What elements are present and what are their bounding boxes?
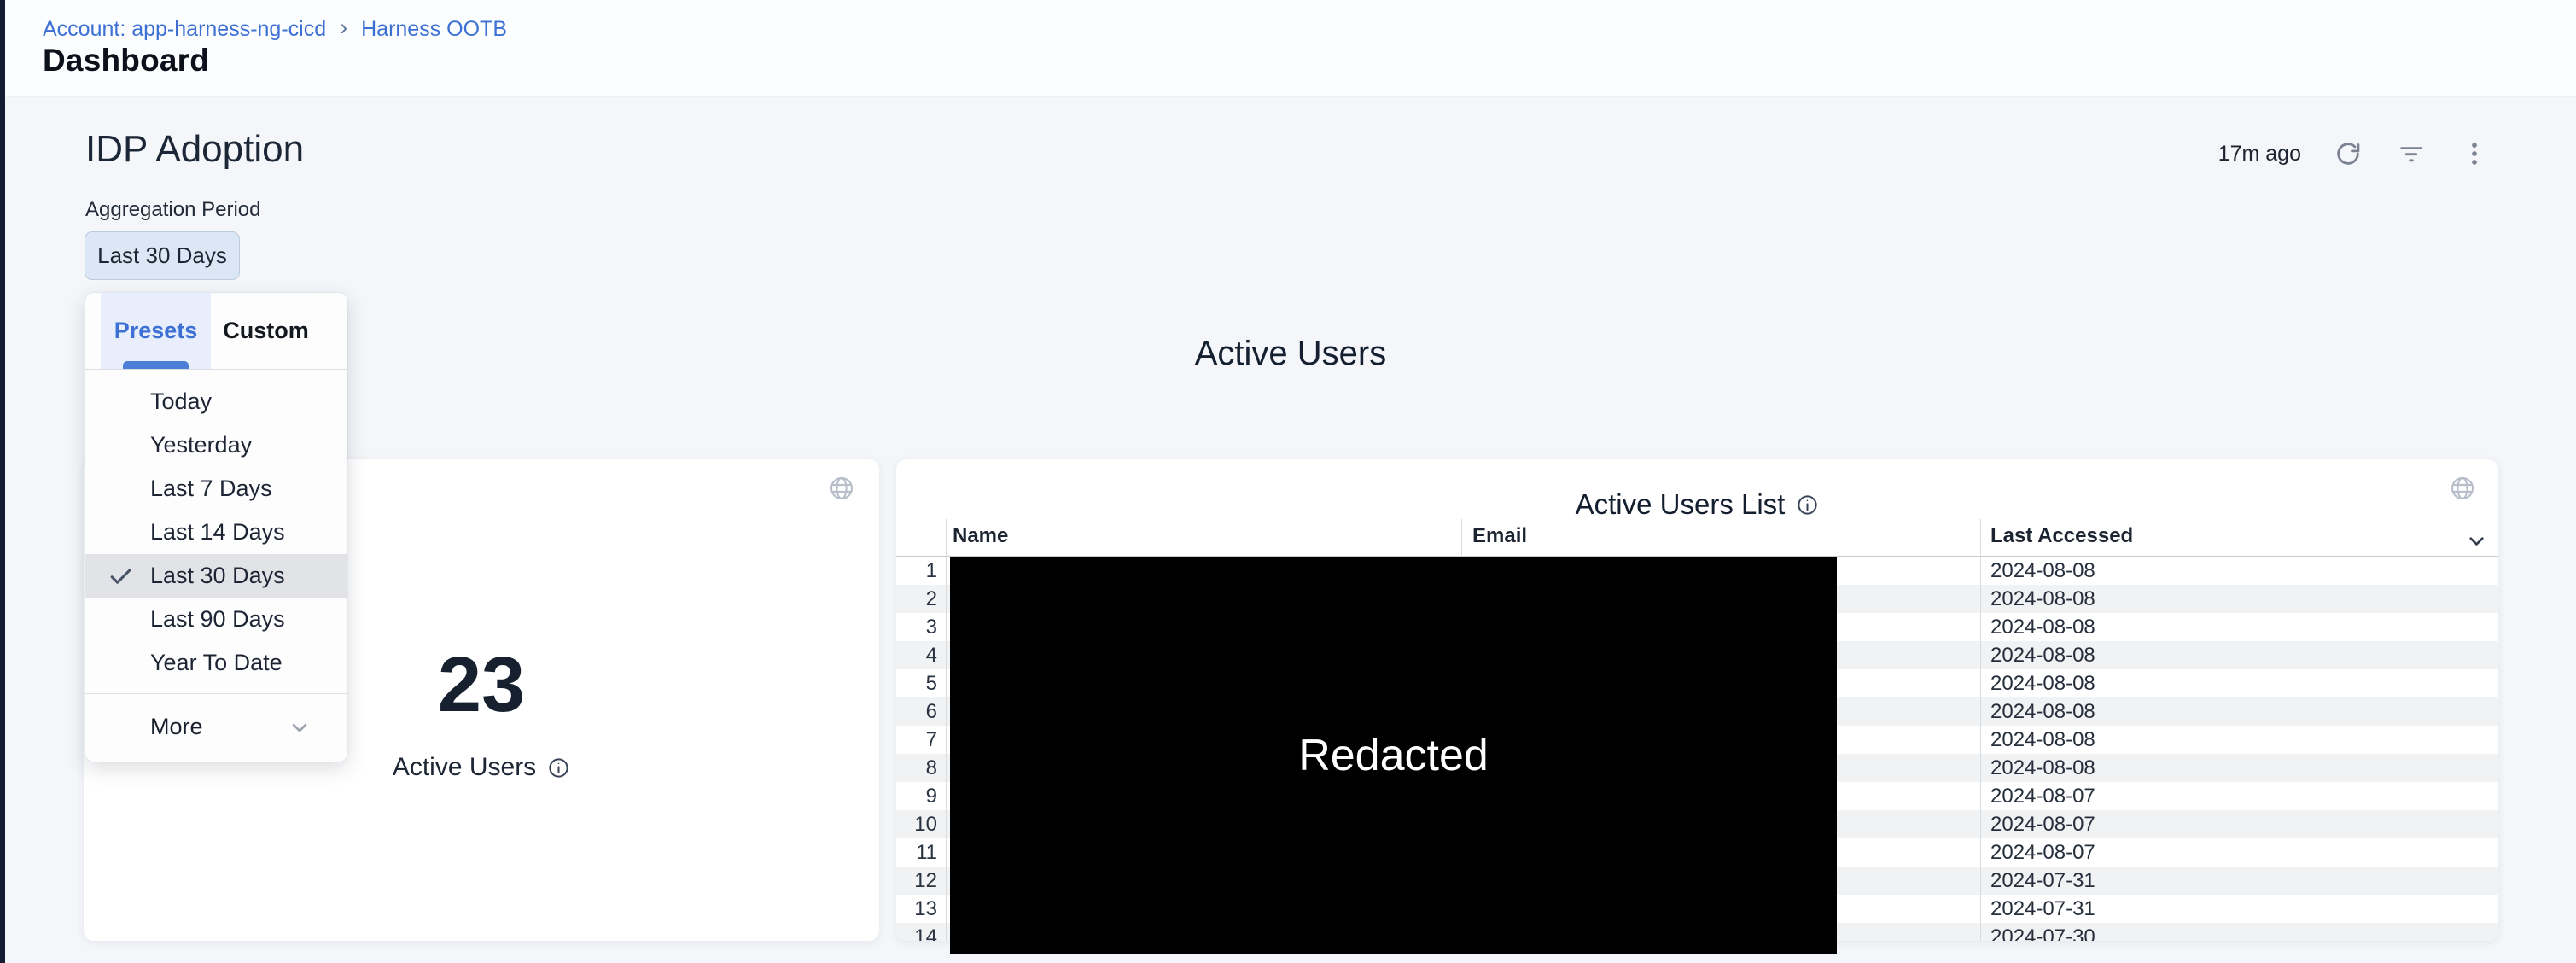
table-title: Active Users List	[1576, 488, 1786, 521]
row-number: 12	[896, 869, 946, 893]
globe-icon	[2449, 475, 2476, 502]
breadcrumb-account-link[interactable]: Account: app-harness-ng-cicd	[43, 17, 326, 42]
menu-item-last-7-days[interactable]: Last 7 Days	[85, 467, 347, 511]
row-number: 2	[896, 587, 946, 611]
kebab-menu-icon	[2460, 139, 2489, 168]
table-header: Name Email Last Accessed	[896, 519, 2498, 557]
sidebar-edge	[0, 0, 5, 963]
menu-item-label: Yesterday	[150, 432, 252, 458]
refresh-icon	[2334, 139, 2363, 168]
dashboard-actions: 17m ago	[2218, 135, 2491, 172]
last-refreshed-label: 17m ago	[2218, 142, 2301, 166]
menu-item-label: Last 7 Days	[150, 476, 272, 502]
menu-item-label: Today	[150, 388, 212, 415]
row-number: 8	[896, 756, 946, 780]
table-options-chevron-icon[interactable]	[2465, 529, 2488, 552]
info-icon[interactable]	[547, 756, 570, 779]
redacted-overlay: Redacted	[950, 557, 1837, 954]
redacted-label: Redacted	[1298, 730, 1489, 781]
tab-custom-label: Custom	[223, 318, 309, 344]
menu-item-more[interactable]: More	[85, 694, 347, 760]
column-divider	[946, 519, 947, 941]
filter-button[interactable]	[2395, 137, 2427, 170]
row-number: 5	[896, 672, 946, 696]
row-number: 13	[896, 897, 946, 921]
table-title-row: Active Users List	[896, 488, 2498, 521]
section-title: Active Users	[5, 335, 2576, 373]
breadcrumb-dashboard-link[interactable]: Harness OOTB	[361, 17, 507, 42]
column-header-email: Email	[1472, 524, 1527, 548]
preset-menu: Today Yesterday Last 7 Days Last 14 Days Las…	[85, 370, 347, 685]
page-header: Account: app-harness-ng-cicd › Harness O…	[5, 0, 2576, 97]
menu-item-yesterday[interactable]: Yesterday	[85, 423, 347, 467]
menu-item-label: Last 90 Days	[150, 606, 285, 633]
tab-custom[interactable]: Custom	[211, 293, 321, 369]
row-number: 10	[896, 813, 946, 837]
last-accessed-cell: 2024-07-31	[1980, 897, 2498, 921]
tab-presets-label: Presets	[114, 318, 198, 344]
breadcrumb: Account: app-harness-ng-cicd › Harness O…	[43, 17, 507, 42]
row-number: 6	[896, 700, 946, 724]
page-title: Dashboard	[43, 43, 209, 79]
column-divider	[1980, 519, 1981, 941]
info-icon[interactable]	[1796, 493, 1819, 517]
last-accessed-cell: 2024-08-07	[1980, 813, 2498, 837]
menu-item-last-30-days[interactable]: Last 30 Days	[85, 554, 347, 598]
last-accessed-cell: 2024-07-30	[1980, 925, 2498, 942]
last-accessed-cell: 2024-07-31	[1980, 869, 2498, 893]
refresh-button[interactable]	[2332, 137, 2364, 170]
menu-item-year-to-date[interactable]: Year To Date	[85, 641, 347, 685]
row-number: 14	[896, 925, 946, 942]
row-number: 9	[896, 785, 946, 808]
menu-item-last-14-days[interactable]: Last 14 Days	[85, 511, 347, 554]
row-number: 4	[896, 644, 946, 668]
column-header-name: Name	[953, 524, 1008, 548]
more-options-button[interactable]	[2458, 137, 2491, 170]
active-users-list-card: Active Users List Name Email Last Access…	[896, 459, 2498, 941]
last-accessed-cell: 2024-08-07	[1980, 785, 2498, 808]
last-accessed-cell: 2024-08-08	[1980, 644, 2498, 668]
last-accessed-cell: 2024-08-08	[1980, 672, 2498, 696]
last-accessed-cell: 2024-08-08	[1980, 616, 2498, 639]
globe-icon	[828, 475, 855, 502]
breadcrumb-separator-icon: ›	[340, 16, 347, 39]
column-header-last-accessed: Last Accessed	[1990, 524, 2133, 548]
dashboard-page: Account: app-harness-ng-cicd › Harness O…	[0, 0, 2576, 963]
dropdown-tabs: Presets Custom	[85, 293, 347, 370]
menu-item-label: Year To Date	[150, 650, 283, 676]
more-label: More	[150, 714, 203, 740]
last-accessed-cell: 2024-08-08	[1980, 728, 2498, 752]
last-accessed-cell: 2024-08-08	[1980, 700, 2498, 724]
chevron-down-icon	[288, 715, 312, 739]
filter-icon	[2397, 139, 2426, 168]
last-accessed-cell: 2024-08-08	[1980, 587, 2498, 611]
metric-label: Active Users	[393, 753, 536, 782]
active-tab-indicator	[123, 361, 189, 369]
aggregation-period-dropdown: Presets Custom Today Yesterday Last 7 Days…	[85, 293, 347, 762]
menu-item-last-90-days[interactable]: Last 90 Days	[85, 598, 347, 641]
check-icon	[108, 563, 134, 589]
menu-item-label: Last 30 Days	[150, 563, 285, 589]
row-number: 3	[896, 616, 946, 639]
row-number: 11	[896, 841, 946, 865]
last-accessed-cell: 2024-08-08	[1980, 559, 2498, 583]
row-number: 1	[896, 559, 946, 583]
menu-item-today[interactable]: Today	[85, 380, 347, 423]
aggregation-period-label: Aggregation Period	[85, 198, 260, 222]
dashboard-title: IDP Adoption	[85, 128, 304, 171]
tab-presets[interactable]: Presets	[101, 293, 211, 369]
row-number: 7	[896, 728, 946, 752]
last-accessed-cell: 2024-08-07	[1980, 841, 2498, 865]
aggregation-period-button[interactable]: Last 30 Days	[85, 231, 240, 280]
menu-item-label: Last 14 Days	[150, 519, 285, 546]
last-accessed-cell: 2024-08-08	[1980, 756, 2498, 780]
